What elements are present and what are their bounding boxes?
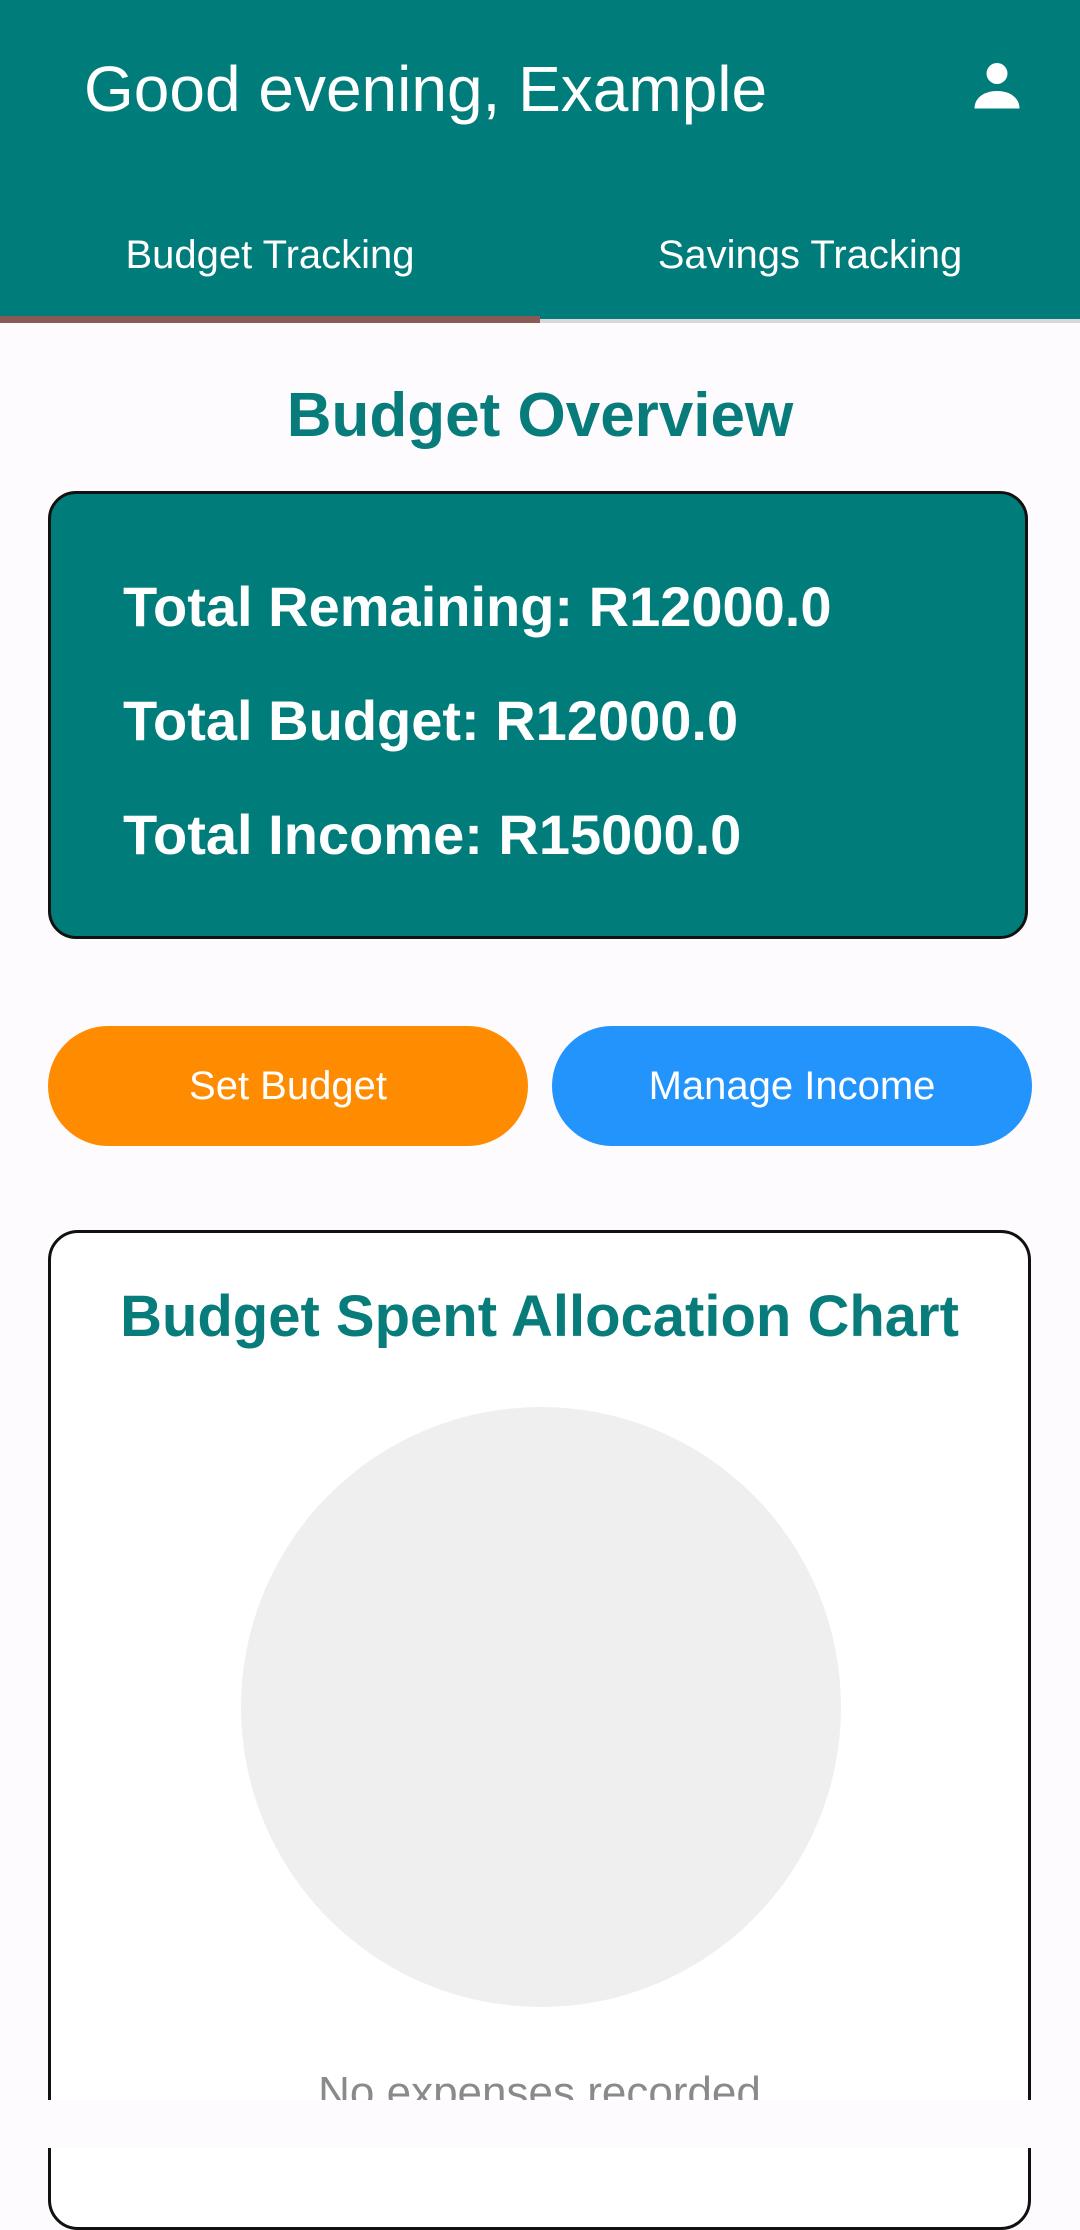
pie-empty-placeholder bbox=[241, 1407, 841, 2007]
person-icon bbox=[974, 63, 1020, 109]
bottom-edge bbox=[0, 2100, 1080, 2148]
pie-chart bbox=[241, 1407, 841, 2007]
profile-button[interactable] bbox=[962, 56, 1032, 116]
tab-bar: Budget Tracking Savings Tracking bbox=[0, 200, 1080, 323]
page-title: Budget Overview bbox=[286, 381, 794, 450]
tab-divider bbox=[540, 319, 1080, 323]
tab-savings-tracking[interactable]: Savings Tracking bbox=[540, 200, 1080, 310]
budget-overview-card: Total Remaining: R12000.0 Total Budget: … bbox=[48, 491, 1028, 939]
manage-income-button[interactable]: Manage Income bbox=[552, 1026, 1032, 1146]
set-budget-button[interactable]: Set Budget bbox=[48, 1026, 528, 1146]
total-remaining-text: Total Remaining: R12000.0 bbox=[123, 575, 832, 638]
tab-selected-indicator bbox=[0, 316, 540, 323]
tab-budget-tracking[interactable]: Budget Tracking bbox=[0, 200, 540, 310]
budget-chart-card: Budget Spent Allocation Chart No expense… bbox=[48, 1230, 1031, 2230]
greeting-title: Good evening, Example bbox=[84, 53, 768, 125]
total-budget-text: Total Budget: R12000.0 bbox=[123, 689, 739, 752]
chart-title: Budget Spent Allocation Chart bbox=[120, 1284, 959, 1349]
total-income-text: Total Income: R15000.0 bbox=[123, 803, 742, 866]
app-bar: Good evening, Example Budget Tracking Sa… bbox=[0, 0, 1080, 323]
